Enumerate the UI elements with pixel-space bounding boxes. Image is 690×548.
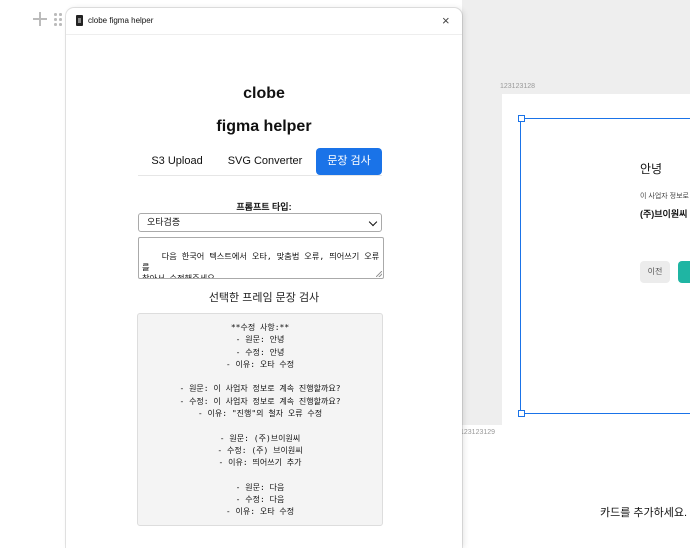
figma-left-strip [0,0,72,539]
result-lines: **수정 사항:** - 원문: 안녕 - 수정: 안녕 - 이유: 오타 수정 - 원… [138,314,382,519]
result-line [138,470,382,482]
close-icon[interactable]: × [442,14,450,27]
prompt-text: 다음 한국어 텍스트에서 오타, 맞춤법 오류, 띄어쓰기 오류를 찾아서 수정… [142,251,380,279]
next-button[interactable] [678,261,690,283]
result-line: - 이유: 오타 수정 [225,359,295,369]
chevron-down-icon [368,217,378,227]
resize-handle[interactable] [518,410,525,417]
prev-button[interactable]: 이전 [640,261,670,283]
selection-outline [520,118,690,119]
result-line: - 이유: 띄어쓰기 추가 [218,458,302,468]
tab-bar: S3 Upload SVG Converter 문장 검사 [138,148,382,176]
card-company: (주)브이원씨 [640,209,688,219]
result-line: - 수정: (주) 브이원씨 [217,445,303,455]
canvas-lower-area [462,425,690,539]
result-line: - 원문: 다음 [235,482,285,492]
result-line: - 원문: (주)브이원씨 [219,433,301,443]
result-box[interactable]: **수정 사항:** - 원문: 안녕 - 수정: 안녕 - 이유: 오타 수정 - 원… [137,313,383,526]
figma-canvas[interactable]: 123123128 123123129 안녕 이 사업자 정보로 (주)브이원씨… [460,0,690,539]
result-line: - 수정: 이 사업자 정보로 계속 진행할까요? [179,396,341,406]
section-title: 선택한 프레임 문장 검사 [208,292,320,304]
result-line: - 원문: 안녕 [235,335,285,345]
heading-line1: clobe [243,85,285,102]
add-card-text: 카드를 추가하세요. [600,507,688,519]
prompt-type-label: 프롬프트 타입: [236,202,292,212]
result-line: - 이유: "진행"의 철자 오류 수정 [197,409,323,419]
result-line: **수정 사항:** [230,323,290,332]
tab-svg-converter[interactable]: SVG Converter [226,148,304,175]
result-line: - 수정: 안녕 [235,347,285,357]
selection-outline [520,413,690,414]
plugin-title: clobe figma helper [88,16,154,25]
prompt-type-select[interactable]: 오타검증 [138,213,382,232]
card-subtitle: 이 사업자 정보로 [640,193,689,200]
plugin-icon [76,15,83,26]
resize-handle[interactable] [518,115,525,122]
result-line: - 수정: 다음 [235,495,285,505]
result-line [138,420,382,432]
plugin-window: clobe figma helper × clobe figma helper … [66,8,462,548]
selection-outline [520,118,521,414]
tab-s3-upload[interactable]: S3 Upload [142,148,212,175]
result-line [138,371,382,383]
heading-line2: figma helper [216,118,312,135]
result-line: - 원문: 이 사업자 정보로 계속 진행할까요? [179,384,341,394]
frame-label[interactable]: 123123128 [500,83,535,90]
prompt-type-value: 오타검증 [147,217,181,227]
resize-icon[interactable] [376,271,382,277]
result-line: - 이유: 오타 수정 [225,507,295,517]
frame-label[interactable]: 123123129 [460,429,495,436]
drag-handle-icon[interactable] [54,13,64,27]
tab-sentence-check[interactable]: 문장 검사 [316,148,382,175]
plugin-titlebar[interactable]: clobe figma helper × [66,8,462,35]
card-title: 안녕 [640,162,663,176]
plus-icon[interactable] [33,12,47,26]
prompt-textarea[interactable]: 다음 한국어 텍스트에서 오타, 맞춤법 오류, 띄어쓰기 오류를 찾아서 수정… [138,237,384,279]
